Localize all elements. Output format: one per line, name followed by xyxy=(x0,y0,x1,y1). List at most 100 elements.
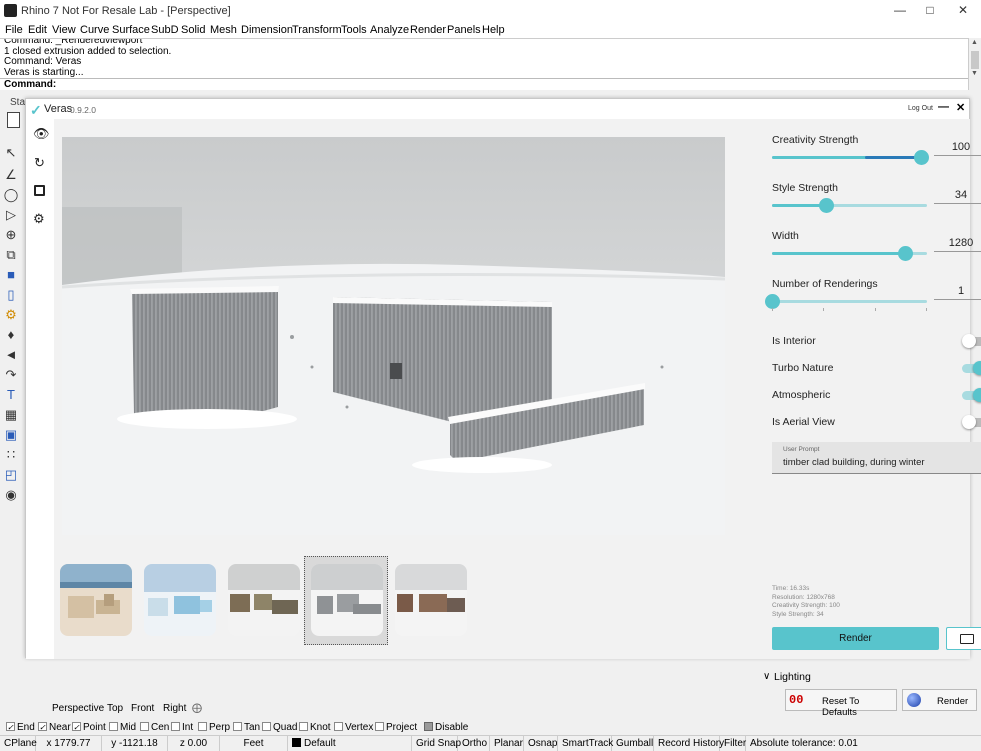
osnap-tan[interactable]: Tan xyxy=(233,722,260,733)
tab-top[interactable]: Top xyxy=(107,703,123,714)
render-thumbnail-3[interactable] xyxy=(228,564,300,636)
render-button[interactable]: Render xyxy=(772,627,939,650)
status-osnap[interactable]: Osnap xyxy=(524,736,558,751)
osnap-vertex[interactable]: Vertex xyxy=(334,722,373,733)
transform-icon[interactable]: ⧉ xyxy=(3,247,19,263)
render-tool-icon[interactable]: ◉ xyxy=(3,487,19,503)
status-filter[interactable]: Filter xyxy=(720,736,746,751)
osnap-end[interactable]: ✓ End xyxy=(6,722,35,733)
arc-icon[interactable]: ↷ xyxy=(3,367,19,383)
user-prompt-field[interactable]: User Prompt timber clad building, during… xyxy=(772,442,981,474)
interior-toggle[interactable] xyxy=(962,334,981,348)
menu-subd[interactable]: SubD xyxy=(151,24,179,36)
menu-panels[interactable]: Panels xyxy=(447,24,481,36)
cylinder-icon[interactable]: ▯ xyxy=(3,287,19,303)
gear-tool-icon[interactable]: ⚙ xyxy=(3,307,19,323)
close-button[interactable]: ✕ xyxy=(948,3,978,19)
command-input[interactable]: Command: xyxy=(0,78,970,90)
osnap-mid[interactable]: Mid xyxy=(109,722,136,733)
open-folder-button[interactable] xyxy=(946,627,981,650)
scroll-thumb[interactable] xyxy=(971,51,979,69)
style-slider-handle[interactable] xyxy=(819,198,835,213)
logout-link[interactable]: Log Out xyxy=(908,105,933,112)
creativity-slider-handle[interactable] xyxy=(913,150,929,165)
turbo-toggle[interactable] xyxy=(962,361,981,375)
grid-array-icon[interactable]: ∷ xyxy=(3,447,19,463)
style-slider[interactable] xyxy=(772,198,927,213)
osnap-cen[interactable]: Cen xyxy=(140,722,169,733)
scroll-down-icon[interactable]: ▼ xyxy=(971,70,978,77)
osnap-perp[interactable]: Perp xyxy=(198,722,230,733)
array-icon[interactable]: ▦ xyxy=(3,407,19,423)
fillet-icon[interactable]: ◄ xyxy=(3,347,19,363)
panel-render-button[interactable]: Render xyxy=(902,689,977,711)
curve-tool-icon[interactable]: ⊕ xyxy=(3,227,19,243)
menu-view[interactable]: View xyxy=(52,24,76,36)
osnap-project[interactable]: Project xyxy=(375,722,417,733)
menu-mesh[interactable]: Mesh xyxy=(210,24,237,36)
renderings-value[interactable]: 1 xyxy=(934,285,981,300)
solid-edit-icon[interactable]: ▣ xyxy=(3,427,19,443)
render-thumbnail-1[interactable] xyxy=(60,564,132,636)
save-icon[interactable] xyxy=(34,185,45,196)
mesh-tool-icon[interactable]: ♦ xyxy=(3,327,19,343)
maximize-button[interactable]: □ xyxy=(915,3,945,19)
select-arrow-icon[interactable]: ↖ xyxy=(3,145,19,161)
osnap-quad[interactable]: Quad xyxy=(262,722,297,733)
render-thumbnail-4[interactable] xyxy=(311,564,383,636)
menu-help[interactable]: Help xyxy=(482,24,505,36)
command-scrollbar[interactable]: ▲ ▼ xyxy=(968,38,981,90)
osnap-disable[interactable]: Disable xyxy=(424,722,468,733)
settings-gear-icon[interactable]: ⚙ xyxy=(33,211,45,227)
veras-close-button[interactable]: ✕ xyxy=(956,101,965,114)
atmospheric-toggle[interactable] xyxy=(962,388,981,402)
width-slider-handle[interactable] xyxy=(898,246,914,261)
style-value[interactable]: 34 xyxy=(934,189,981,204)
status-units[interactable]: Feet xyxy=(220,736,288,751)
render-thumbnail-5[interactable] xyxy=(395,564,467,636)
new-file-icon[interactable] xyxy=(7,112,20,128)
veras-minimize-button[interactable]: — xyxy=(938,101,949,113)
extrude-icon[interactable]: ◰ xyxy=(3,467,19,483)
menu-surface[interactable]: Surface xyxy=(112,24,150,36)
lighting-header[interactable]: Lighting xyxy=(774,671,811,683)
aerial-toggle[interactable] xyxy=(962,415,981,429)
status-planar[interactable]: Planar xyxy=(490,736,524,751)
menu-solid[interactable]: Solid xyxy=(181,24,205,36)
status-layer[interactable]: Default xyxy=(288,736,412,751)
reset-defaults-button[interactable]: 00 Reset To Defaults xyxy=(785,689,897,718)
refresh-icon[interactable]: ↻ xyxy=(34,155,45,171)
status-smarttrack[interactable]: SmartTrack xyxy=(558,736,613,751)
scroll-up-icon[interactable]: ▲ xyxy=(971,39,978,46)
menu-analyze[interactable]: Analyze xyxy=(370,24,409,36)
circle-icon[interactable]: ◯ xyxy=(3,187,19,203)
render-thumbnail-2[interactable] xyxy=(144,564,216,636)
menu-edit[interactable]: Edit xyxy=(28,24,47,36)
add-viewport-icon[interactable]: ⨁ xyxy=(192,703,202,714)
status-ortho[interactable]: Ortho xyxy=(458,736,490,751)
text-tool-icon[interactable]: T xyxy=(3,387,19,403)
menu-transform[interactable]: Transform xyxy=(292,24,342,36)
menu-file[interactable]: File xyxy=(5,24,23,36)
creativity-slider[interactable] xyxy=(772,150,929,165)
status-cplane[interactable]: CPlane xyxy=(0,736,37,751)
width-slider[interactable] xyxy=(772,246,927,261)
width-value[interactable]: 1280 xyxy=(934,237,981,252)
minimize-button[interactable]: — xyxy=(885,3,915,19)
osnap-knot[interactable]: Knot xyxy=(299,722,331,733)
lighting-collapse-icon[interactable]: ∨ xyxy=(763,671,770,682)
creativity-value[interactable]: 100 xyxy=(934,141,981,156)
tab-perspective[interactable]: Perspective xyxy=(52,703,104,714)
osnap-point[interactable]: ✓ Point xyxy=(72,722,106,733)
osnap-int[interactable]: Int xyxy=(171,722,193,733)
status-record-history[interactable]: Record History xyxy=(654,736,724,751)
eye-icon[interactable]: 👁 xyxy=(33,126,50,142)
status-gumball[interactable]: Gumball xyxy=(612,736,654,751)
menu-curve[interactable]: Curve xyxy=(80,24,109,36)
menu-tools[interactable]: Tools xyxy=(341,24,367,36)
osnap-near[interactable]: ✓ Near xyxy=(38,722,71,733)
tab-front[interactable]: Front xyxy=(131,703,154,714)
menu-render[interactable]: Render xyxy=(410,24,446,36)
renderings-slider-handle[interactable] xyxy=(765,294,780,309)
polyline-icon[interactable]: ∠ xyxy=(3,167,19,183)
